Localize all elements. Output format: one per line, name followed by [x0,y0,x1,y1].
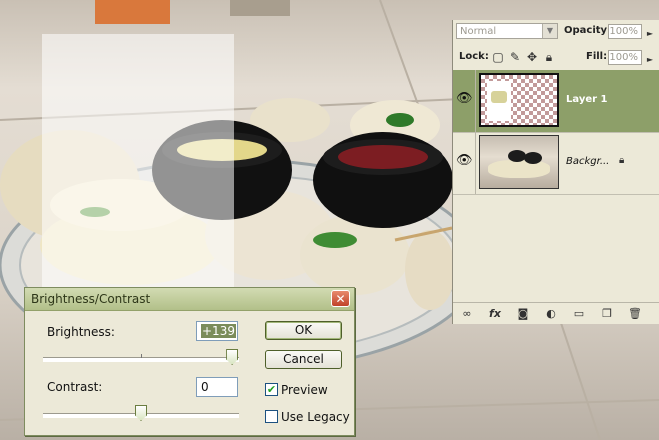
chevron-right-icon[interactable]: ► [647,27,653,40]
layer-thumbnail [479,135,559,189]
eye-icon[interactable]: 👁︎ [456,92,473,106]
use-legacy-label[interactable]: Use Legacy [281,410,350,424]
link-icon[interactable]: ∞ [459,306,475,322]
slider-center-tick [141,354,142,358]
opacity-label: Opacity: [564,25,612,36]
checkmark-icon: ✔ [266,383,277,396]
fill-value: 100% [609,52,638,63]
contrast-input[interactable]: 0 [196,377,238,397]
opacity-field[interactable]: 100% ► [608,24,653,39]
preview-checkbox[interactable]: ✔ [265,383,278,396]
selection-preview-area [42,34,234,294]
fill-label: Fill: [586,51,608,62]
fx-icon[interactable]: fx [487,306,503,322]
contrast-label: Contrast: [47,380,103,394]
new-layer-icon[interactable]: ❐ [599,306,615,322]
preview-label[interactable]: Preview [281,383,328,397]
group-icon[interactable]: ▭ [571,306,587,322]
cancel-button[interactable]: Cancel [265,350,342,369]
blend-row: Normal ▼ Opacity: 100% ► [453,20,659,44]
lock-row: Lock: ▢ ✎ ✥ 🔒︎ Fill: 100% ► [453,44,659,71]
lock-move-icon[interactable]: ✥ [525,50,539,64]
eye-icon[interactable]: 👁︎ [456,154,473,168]
brightness-label: Brightness: [47,325,115,339]
mask-icon[interactable]: ◙ [515,306,531,322]
brightness-slider[interactable] [43,349,239,365]
fill-field[interactable]: 100% ► [608,50,653,65]
chevron-right-icon[interactable]: ► [647,53,653,66]
contrast-value: 0 [201,380,209,394]
dialog-title: Brightness/Contrast [31,292,151,306]
visibility-toggle[interactable]: 👁︎ [453,70,476,132]
layer-name[interactable]: Backgr... [566,156,609,167]
adjustment-icon[interactable]: ◐ [543,306,559,322]
contrast-slider[interactable] [43,405,239,421]
trash-icon[interactable]: 🗑︎ [627,306,643,322]
layers-panel: Normal ▼ Opacity: 100% ► Lock: ▢ ✎ ✥ 🔒︎ … [452,20,659,324]
close-icon[interactable]: ✕ [335,292,345,306]
dialog-titlebar[interactable]: Brightness/Contrast ✕ [25,288,354,311]
layer-row-layer-1[interactable]: 👁︎ Layer 1 [453,70,659,133]
brightness-value: +139 [201,324,236,338]
blend-mode-value: Normal [460,26,497,37]
lock-icon: 🔒︎ [619,155,625,166]
layer-row-background[interactable]: 👁︎ Backgr... 🔒︎ [453,132,659,195]
brightness-contrast-dialog: Brightness/Contrast ✕ Brightness: +139 C… [24,287,355,436]
layers-panel-toolbar: ∞ fx ◙ ◐ ▭ ❐ 🗑︎ [453,302,659,325]
ok-button[interactable]: OK [265,321,342,340]
blend-mode-select[interactable]: Normal ▼ [456,23,558,39]
layer-name[interactable]: Layer 1 [566,94,607,105]
use-legacy-checkbox[interactable] [265,410,278,423]
layer-thumbnail [479,73,559,127]
opacity-value: 100% [609,26,638,37]
lock-transparent-icon[interactable]: ▢ [491,50,505,64]
visibility-toggle[interactable]: 👁︎ [453,132,476,194]
close-button[interactable]: ✕ [331,290,350,307]
lock-paint-icon[interactable]: ✎ [508,50,522,64]
chevron-down-icon: ▼ [542,24,557,38]
lock-all-icon[interactable]: 🔒︎ [542,50,556,64]
brightness-input[interactable]: +139 [196,321,238,341]
lock-label: Lock: [459,51,489,62]
